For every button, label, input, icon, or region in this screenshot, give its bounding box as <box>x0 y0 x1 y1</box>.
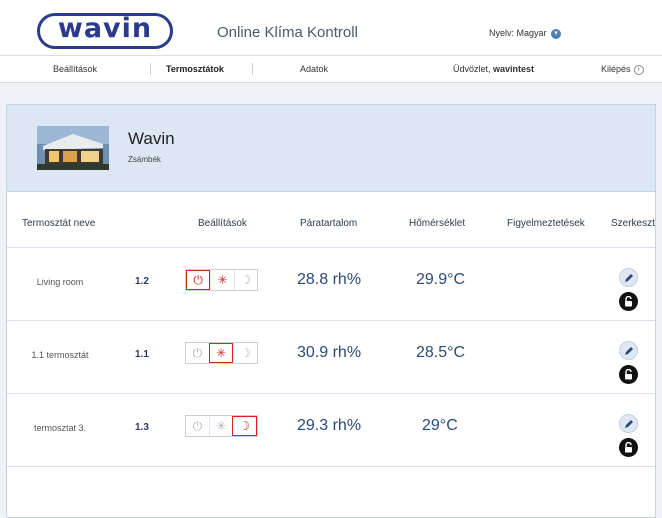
humidity-value: 30.9 rh% <box>297 344 362 361</box>
power-icon[interactable]: ⏻ <box>186 343 209 363</box>
house-name: Wavin <box>128 129 175 148</box>
logout-link[interactable]: Kilépés › <box>601 64 644 75</box>
house-panel: Wavin Zsámbék Termosztát neve Beállításo… <box>6 104 656 518</box>
thermostat-number: 1.2 <box>135 276 149 287</box>
chevron-right-icon: › <box>633 64 644 75</box>
nav-divider <box>252 63 253 75</box>
column-header-edit: Szerkeszt <box>611 218 655 229</box>
column-header-humidity: Páratartalom <box>300 218 358 229</box>
thermostat-name: termosztat 3. <box>33 423 87 433</box>
power-icon[interactable]: ⏻ <box>186 270 211 290</box>
logo-text: wavin <box>57 13 153 44</box>
chevron-down-icon[interactable]: ▾ <box>551 28 562 39</box>
lock-icon[interactable] <box>619 365 638 384</box>
mode-selector: ⏻ ✳ ☽ <box>185 415 258 437</box>
house-header: Wavin Zsámbék <box>7 105 655 192</box>
mode-selector: ⏻ ✳ ☽ <box>185 342 258 364</box>
humidity-value: 29.3 rh% <box>297 417 362 434</box>
lock-icon[interactable] <box>619 438 638 457</box>
pencil-icon[interactable] <box>619 341 638 360</box>
table-row: Living room 1.2 ⏻ ✳ ☽ 28.8 rh% 29.9°C <box>7 248 655 321</box>
moon-icon[interactable]: ☽ <box>233 343 257 363</box>
column-header-temperature: Hőmérséklet <box>409 218 466 229</box>
pencil-icon[interactable] <box>619 414 638 433</box>
table-header: Termosztát neve Beállítások Páratartalom… <box>7 192 655 248</box>
nav-data[interactable]: Adatok <box>300 64 328 74</box>
username: wavintest <box>493 64 535 74</box>
power-icon[interactable]: ⏻ <box>186 416 209 436</box>
thermostat-name: Living room <box>36 277 84 287</box>
nav-divider <box>150 63 151 75</box>
language-label: Nyelv: Magyar <box>489 28 547 38</box>
moon-icon[interactable]: ☽ <box>232 416 258 436</box>
greeting-text: Üdvözlet, <box>453 64 494 74</box>
table-row: termosztat 3. 1.3 ⏻ ✳ ☽ 29.3 rh% 29°C <box>7 394 655 467</box>
column-header-settings: Beállítások <box>198 218 247 229</box>
logout-label: Kilépés <box>601 64 631 74</box>
wavin-logo[interactable]: wavin <box>37 13 173 49</box>
sun-icon[interactable]: ✳ <box>208 343 234 363</box>
greeting: Üdvözlet, wavintest <box>453 64 534 74</box>
house-city: Zsámbék <box>128 155 161 164</box>
house-photo <box>37 126 109 170</box>
pencil-icon[interactable] <box>619 268 638 287</box>
nav-thermostats[interactable]: Termosztátok <box>166 64 224 74</box>
table-row: 1.1 termosztát 1.1 ⏻ ✳ ☽ 30.9 rh% 28.5°C <box>7 321 655 394</box>
thermostat-number: 1.1 <box>135 349 149 360</box>
temperature-value: 29°C <box>422 417 458 434</box>
thermostat-name: 1.1 termosztát <box>31 350 89 360</box>
sun-icon[interactable]: ✳ <box>210 270 233 290</box>
thermostat-number: 1.3 <box>135 422 149 433</box>
column-header-name: Termosztát neve <box>22 218 96 229</box>
language-selector[interactable]: Nyelv: Magyar ▾ <box>489 28 562 39</box>
sun-icon[interactable]: ✳ <box>208 416 233 436</box>
lock-icon[interactable] <box>619 292 638 311</box>
main-nav: Beállítások Termosztátok Adatok Üdvözlet… <box>0 56 662 83</box>
mode-selector: ⏻ ✳ ☽ <box>185 269 258 291</box>
top-header: wavin Online Klíma Kontroll Nyelv: Magya… <box>0 0 662 56</box>
temperature-value: 29.9°C <box>416 271 466 288</box>
temperature-value: 28.5°C <box>416 344 466 361</box>
humidity-value: 28.8 rh% <box>297 271 362 288</box>
moon-icon[interactable]: ☽ <box>233 270 257 290</box>
nav-settings[interactable]: Beállítások <box>53 64 97 74</box>
app-title: Online Klíma Kontroll <box>217 24 358 41</box>
column-header-warnings: Figyelmeztetések <box>507 218 585 229</box>
